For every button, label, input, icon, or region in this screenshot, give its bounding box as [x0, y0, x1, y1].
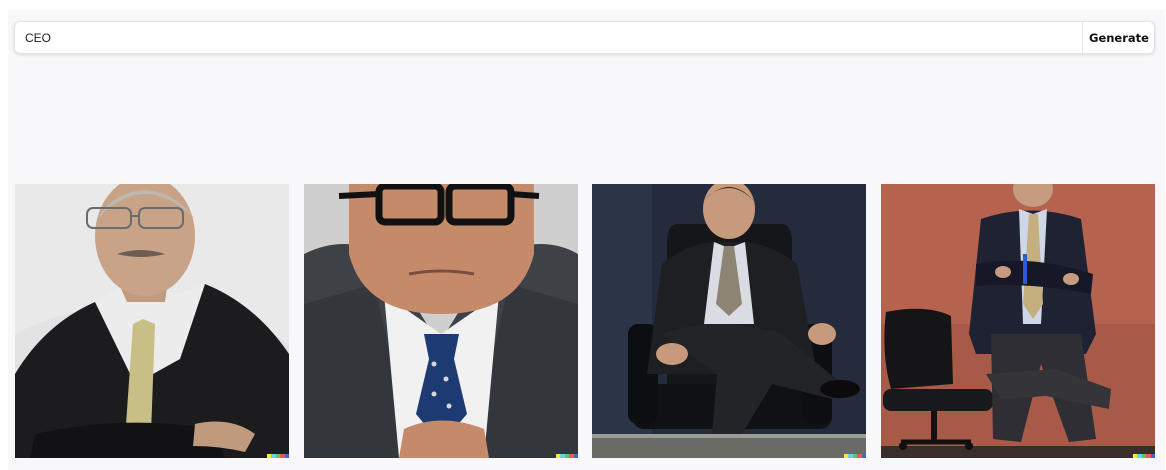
watermark-icon [267, 454, 289, 458]
portrait-image [15, 184, 289, 458]
watermark-icon [556, 454, 578, 458]
result-image-1[interactable] [15, 184, 289, 458]
result-image-2[interactable] [304, 184, 578, 458]
generate-button[interactable]: Generate [1082, 22, 1154, 53]
result-image-3[interactable] [592, 184, 866, 458]
portrait-image [881, 184, 1155, 458]
result-image-4[interactable] [881, 184, 1155, 458]
watermark-icon [844, 454, 866, 458]
portrait-image [592, 184, 866, 458]
watermark-icon [1133, 454, 1155, 458]
prompt-bar: Generate [14, 21, 1155, 54]
portrait-image [304, 184, 578, 458]
prompt-input[interactable] [15, 22, 1083, 53]
